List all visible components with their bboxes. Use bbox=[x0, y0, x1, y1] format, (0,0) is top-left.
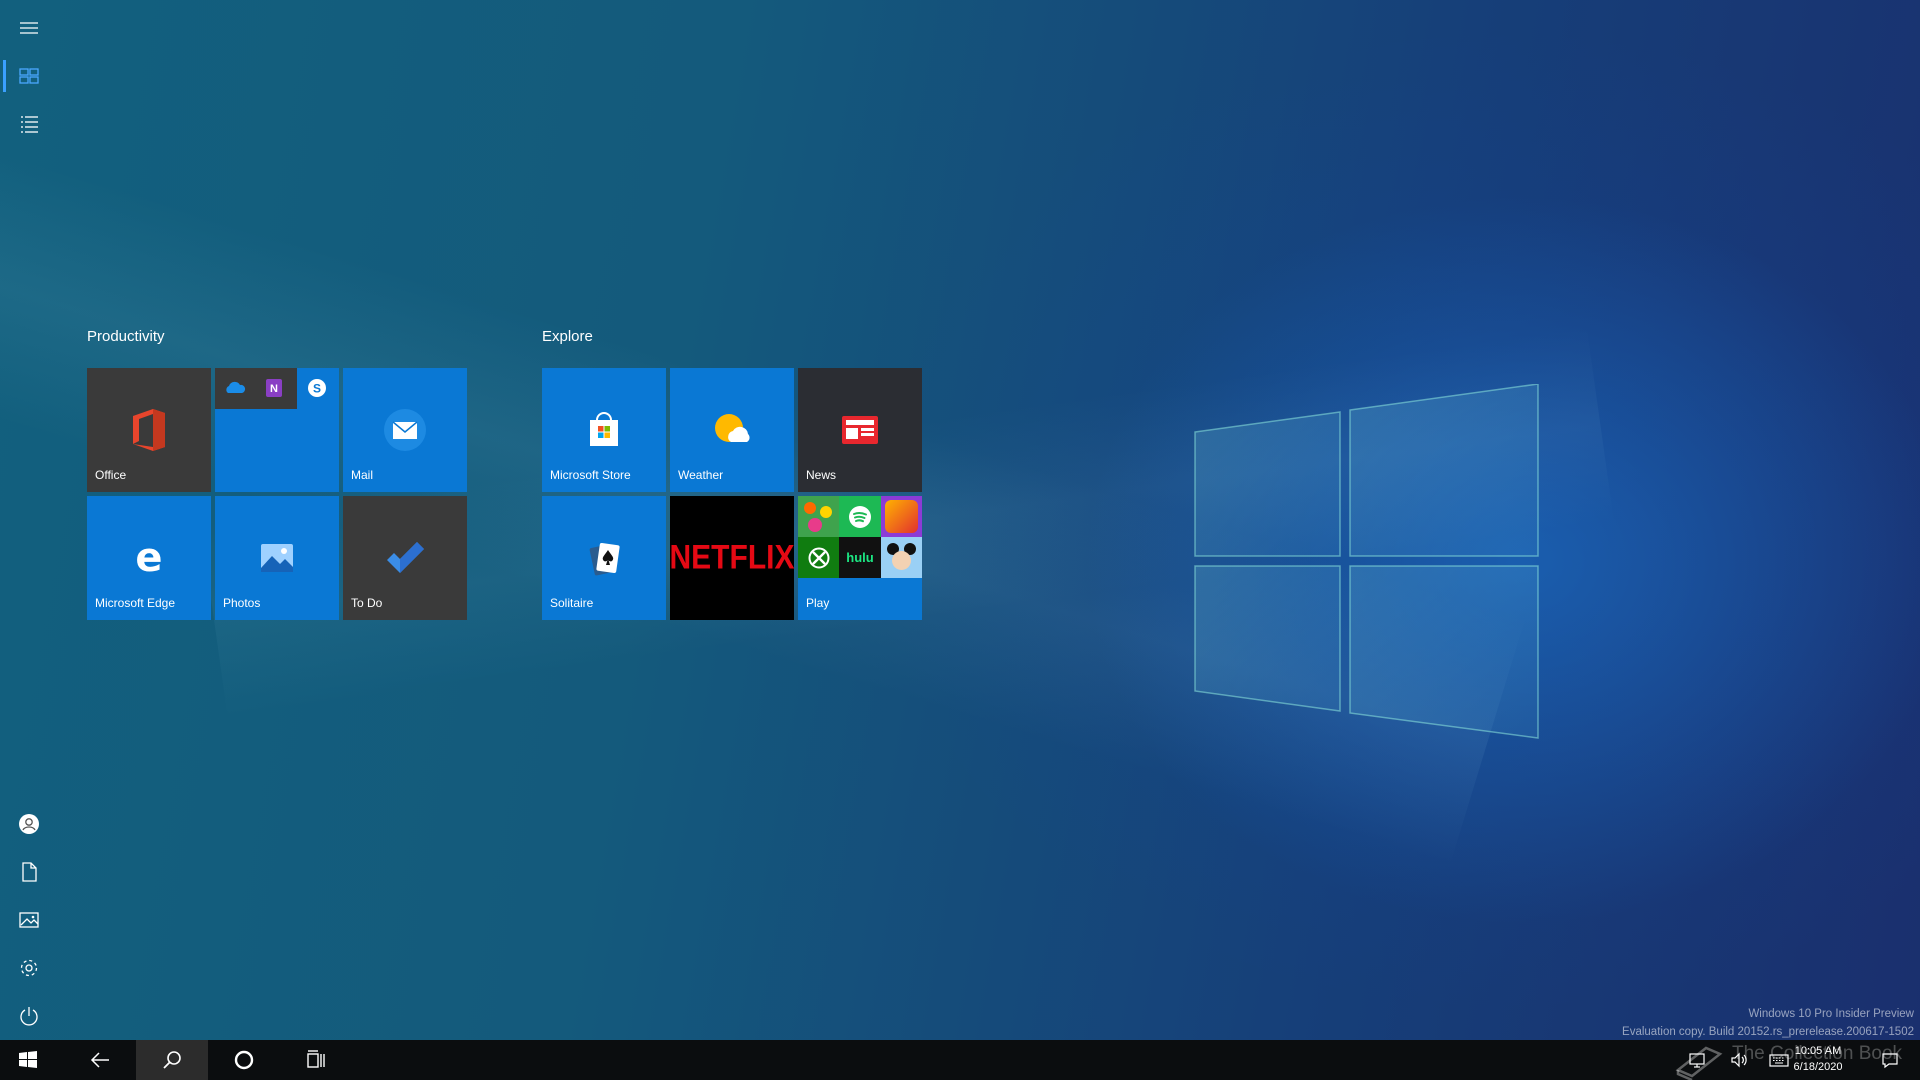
tile-label: Microsoft Edge bbox=[95, 596, 176, 610]
task-view-icon bbox=[307, 1050, 325, 1068]
svg-text:S: S bbox=[313, 382, 321, 396]
pictures-icon bbox=[19, 912, 39, 928]
weather-icon bbox=[715, 414, 750, 442]
tile-label: Microsoft Store bbox=[550, 468, 631, 482]
tile-label: Play bbox=[806, 596, 830, 610]
solitaire-icon bbox=[589, 543, 620, 576]
tile-label: Mail bbox=[351, 468, 374, 482]
tile-productivity-folder[interactable]: N S bbox=[215, 368, 339, 492]
back-button[interactable] bbox=[64, 1040, 136, 1080]
cortana-button[interactable] bbox=[208, 1040, 280, 1080]
group-title-productivity[interactable]: Productivity bbox=[87, 328, 165, 345]
tile-to-do[interactable]: To Do bbox=[343, 496, 467, 620]
xbox-icon bbox=[798, 537, 839, 578]
tile-solitaire[interactable]: Solitaire bbox=[542, 496, 666, 620]
documents-button[interactable] bbox=[0, 848, 58, 896]
cortana-icon bbox=[234, 1050, 254, 1070]
tile-label: News bbox=[806, 468, 837, 482]
tile-label: Office bbox=[95, 468, 127, 482]
menu-icon bbox=[20, 22, 38, 34]
netflix-logo: NETFLIX bbox=[669, 538, 795, 577]
svg-text:N: N bbox=[270, 383, 278, 395]
tile-news[interactable]: News bbox=[798, 368, 922, 492]
settings-button[interactable] bbox=[0, 944, 58, 992]
store-icon bbox=[590, 412, 618, 446]
task-view-button[interactable] bbox=[280, 1040, 352, 1080]
all-apps-button[interactable] bbox=[0, 100, 58, 148]
group-title-explore[interactable]: Explore bbox=[542, 328, 593, 345]
tile-netflix[interactable]: NETFLIX bbox=[669, 496, 795, 620]
tile-label: Photos bbox=[223, 596, 261, 610]
search-button[interactable] bbox=[136, 1040, 208, 1080]
mail-icon bbox=[384, 409, 426, 451]
news-icon bbox=[842, 416, 878, 444]
menu-button[interactable] bbox=[0, 4, 58, 52]
tile-label: Weather bbox=[678, 468, 724, 482]
edge-icon: e bbox=[135, 538, 162, 578]
build-watermark: Windows 10 Pro Insider Preview Evaluatio… bbox=[1622, 1005, 1914, 1041]
all-apps-list-icon bbox=[21, 116, 38, 133]
back-arrow-icon bbox=[90, 1052, 109, 1068]
tile-play-folder[interactable]: hulu Play bbox=[798, 496, 922, 620]
skype-icon: S bbox=[308, 379, 326, 397]
tile-microsoft-store[interactable]: Microsoft Store bbox=[542, 368, 666, 492]
friends-game-icon bbox=[881, 496, 922, 537]
pictures-button[interactable] bbox=[0, 896, 58, 944]
watermark-line-2: Evaluation copy. Build 20152.rs_prerelea… bbox=[1622, 1026, 1914, 1038]
tile-label: Solitaire bbox=[550, 596, 594, 610]
pinned-tiles-button[interactable] bbox=[0, 52, 58, 100]
tile-weather[interactable]: Weather bbox=[670, 368, 794, 492]
overlay-brand-watermark: The Collection Book bbox=[1672, 1040, 1902, 1080]
onenote-icon: N bbox=[266, 379, 282, 397]
watermark-line-1: Windows 10 Pro Insider Preview bbox=[1748, 1008, 1914, 1020]
disney-icon bbox=[881, 537, 922, 578]
start-rail bbox=[0, 0, 58, 1040]
taskbar: 10:05 AM 6/18/2020 bbox=[0, 1040, 1920, 1080]
documents-icon bbox=[22, 862, 37, 882]
overlay-brand-text: The Collection Book bbox=[1732, 1043, 1903, 1064]
windows-start-icon bbox=[19, 1051, 37, 1068]
office-icon bbox=[133, 409, 165, 451]
tile-label: To Do bbox=[351, 596, 383, 610]
power-button[interactable] bbox=[0, 992, 58, 1040]
todo-icon bbox=[387, 542, 424, 573]
pinned-tiles-icon bbox=[19, 68, 39, 84]
svg-text:e: e bbox=[135, 538, 162, 578]
settings-icon bbox=[20, 959, 38, 977]
hulu-icon: hulu bbox=[839, 537, 881, 578]
candy-crush-icon bbox=[798, 496, 839, 537]
tile-photos[interactable]: Photos bbox=[215, 496, 339, 620]
tile-office[interactable]: Office bbox=[87, 368, 211, 492]
user-icon bbox=[19, 814, 39, 834]
start-button[interactable] bbox=[0, 1040, 56, 1080]
wallpaper-windows-logo bbox=[1194, 384, 1539, 739]
tile-mail[interactable]: Mail bbox=[343, 368, 467, 492]
onedrive-icon bbox=[226, 381, 246, 393]
photos-icon bbox=[261, 544, 293, 572]
power-icon bbox=[20, 1007, 38, 1026]
spotify-icon bbox=[839, 496, 881, 537]
book-logo-icon bbox=[1675, 1046, 1723, 1080]
tile-microsoft-edge[interactable]: e Microsoft Edge bbox=[87, 496, 211, 620]
user-button[interactable] bbox=[0, 800, 58, 848]
search-icon bbox=[163, 1051, 181, 1069]
